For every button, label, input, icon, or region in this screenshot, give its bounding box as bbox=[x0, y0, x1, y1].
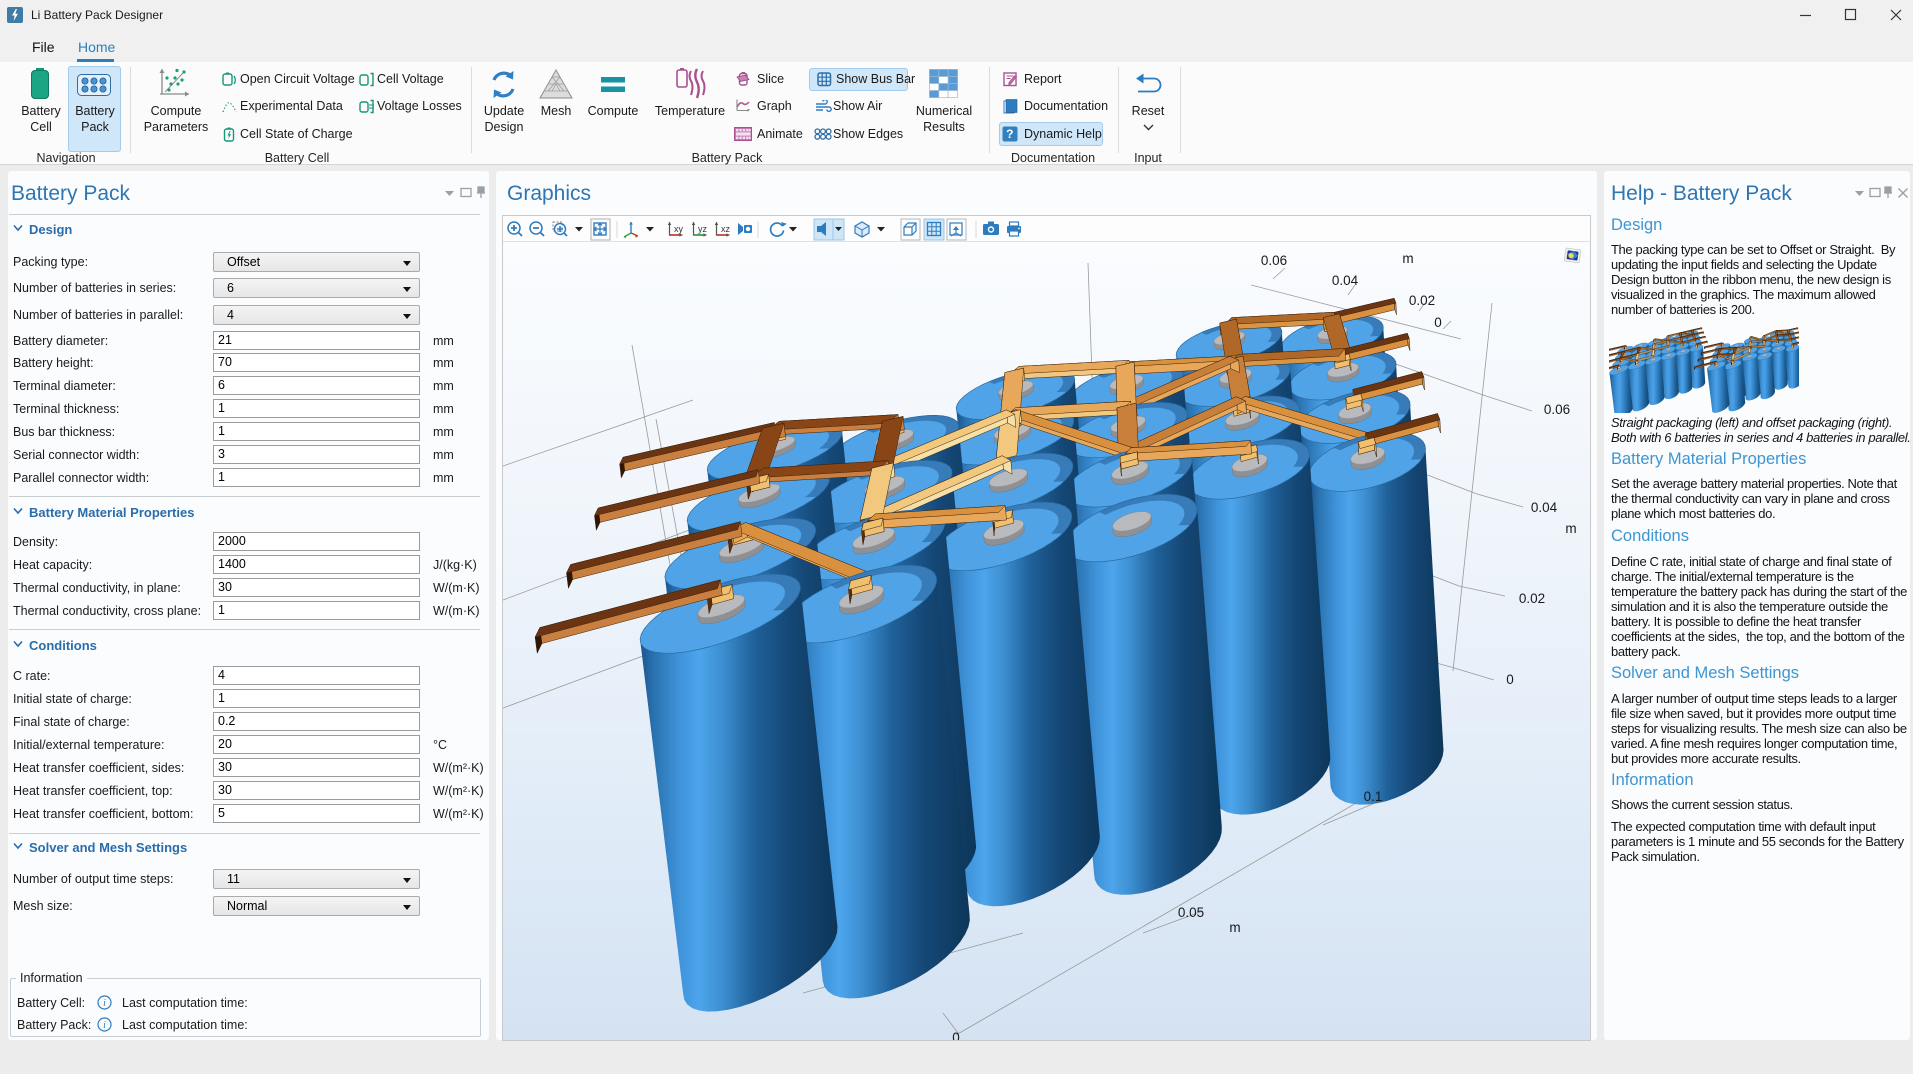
svg-text:0: 0 bbox=[1434, 315, 1442, 330]
svg-text:i: i bbox=[103, 1020, 106, 1031]
svg-text:m: m bbox=[1402, 251, 1413, 266]
svg-text:0.1: 0.1 bbox=[1364, 789, 1383, 804]
svg-text:0.04: 0.04 bbox=[1531, 500, 1558, 515]
svg-text:0.06: 0.06 bbox=[1544, 402, 1570, 417]
svg-text:0.06: 0.06 bbox=[1261, 253, 1287, 268]
svg-text:0: 0 bbox=[952, 1030, 960, 1040]
svg-text:xy: xy bbox=[674, 224, 684, 234]
svg-text:m: m bbox=[1229, 920, 1240, 935]
svg-text:0.02: 0.02 bbox=[1409, 293, 1435, 308]
svg-text:?: ? bbox=[1006, 127, 1013, 141]
svg-text:yz: yz bbox=[698, 224, 708, 234]
svg-text:i: i bbox=[103, 998, 106, 1009]
svg-text:0.04: 0.04 bbox=[1332, 273, 1359, 288]
svg-text:0: 0 bbox=[1506, 672, 1514, 687]
svg-text:xz: xz bbox=[721, 224, 731, 234]
svg-text:m: m bbox=[1565, 521, 1576, 536]
svg-text:0.02: 0.02 bbox=[1519, 591, 1545, 606]
svg-text:0.05: 0.05 bbox=[1178, 905, 1204, 920]
